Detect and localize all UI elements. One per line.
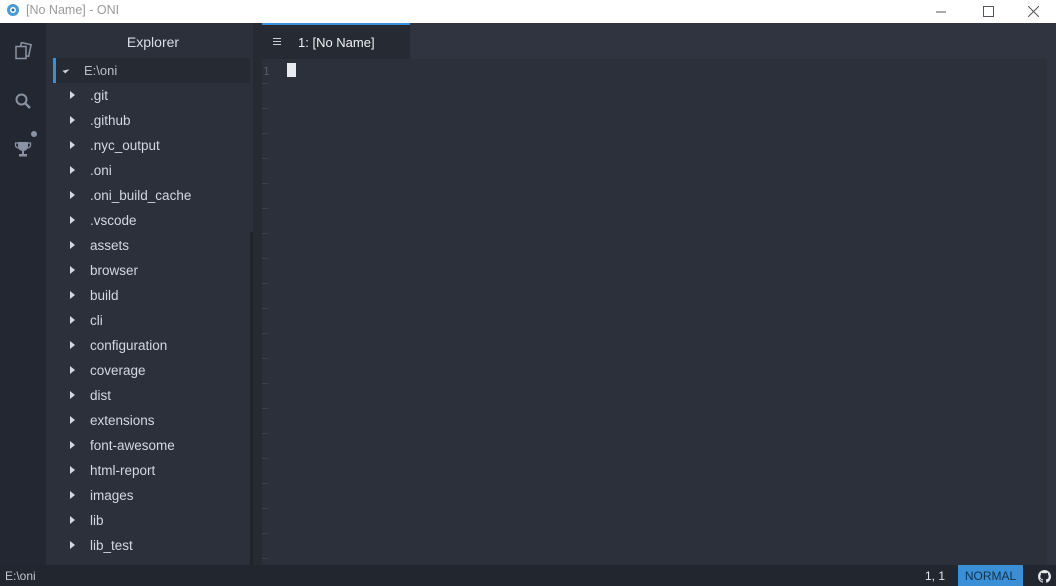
folder-label: lib_test [90,538,133,553]
collapsed-arrow-icon [70,191,75,199]
folder-item[interactable]: .nyc_output [53,134,253,159]
folder-item[interactable]: .git [53,84,253,109]
status-path: E:\oni [5,569,36,583]
folder-item[interactable]: .oni_build_cache [53,184,253,209]
status-bar: E:\oni 1, 1 NORMAL [0,565,1056,586]
folder-item[interactable]: extensions [53,409,253,434]
collapsed-arrow-icon [70,241,75,249]
folder-label: browser [90,263,139,278]
collapsed-arrow-icon [70,141,75,149]
line-number: 1 [263,65,270,78]
collapsed-arrow-icon [70,91,75,99]
folder-label: build [90,288,119,303]
collapsed-arrow-icon [70,266,75,274]
collapsed-arrow-icon [70,391,75,399]
oni-logo-icon [7,4,19,16]
collapsed-arrow-icon [70,216,75,224]
tab-no-name[interactable]: 1: [No Name] [262,23,410,59]
folder-label: dist [90,388,112,403]
folder-item[interactable]: lib_test [53,534,253,559]
explorer-title: Explorer [126,34,180,50]
folder-label: .vscode [90,213,137,228]
folder-label: cli [90,313,103,328]
minimize-icon [936,11,946,12]
explorer-panel: Explorer E:\oni .git .github .nyc_output .o… [53,23,253,565]
window-title: [No Name] - ONI [26,3,120,17]
collapsed-arrow-icon [70,541,75,549]
tab-bar: 1: [No Name] [262,23,1056,59]
maximize-icon [982,6,994,17]
folder-label: html-report [90,463,156,478]
folder-label: font-awesome [90,438,175,453]
folder-item[interactable]: html-report [53,459,253,484]
folder-label: assets [90,238,130,253]
activity-explorer-button[interactable] [0,28,46,74]
folder-item[interactable]: .vscode [53,209,253,234]
folder-label: coverage [90,363,146,378]
vim-mode-badge: NORMAL [958,565,1023,586]
folder-item[interactable]: .github [53,109,253,134]
collapsed-arrow-icon [70,491,75,499]
activity-achievements-button[interactable] [0,126,46,172]
folder-label: lib [90,513,104,528]
folder-label: .oni [90,163,112,178]
tab-label: 1: [No Name] [298,35,375,50]
folder-item[interactable]: coverage [53,359,253,384]
folder-item[interactable]: dist [53,384,253,409]
notification-dot [31,131,37,137]
folder-item[interactable]: .oni [53,159,253,184]
expanded-arrow-icon [62,66,70,74]
collapsed-arrow-icon [70,441,75,449]
folder-label: extensions [90,413,155,428]
tab-menu-icon[interactable] [273,38,281,47]
search-icon [15,93,31,109]
folder-item[interactable]: cli [53,309,253,334]
github-button[interactable] [1036,568,1052,584]
editor-scrollbar[interactable] [1047,59,1056,565]
github-icon [1037,569,1051,583]
folder-tree: .git .github .nyc_output .oni .oni_build_cac… [53,84,253,559]
explorer-root-folder[interactable]: E:\oni [53,58,250,83]
collapsed-arrow-icon [70,166,75,174]
folder-item[interactable]: configuration [53,334,253,359]
editor-area[interactable]: 1 [262,59,1056,565]
files-icon [15,42,32,60]
folder-label: images [90,488,134,503]
folder-label: .oni_build_cache [90,188,192,203]
panel-splitter[interactable] [253,23,262,565]
folder-label: configuration [90,338,168,353]
collapsed-arrow-icon [70,466,75,474]
activity-bar [0,23,46,565]
root-folder-label: E:\oni [84,63,118,78]
title-bar: [No Name] - ONI [0,0,1056,23]
folder-label: .git [90,88,109,103]
folder-item[interactable]: images [53,484,253,509]
collapsed-arrow-icon [70,366,75,374]
collapsed-arrow-icon [70,516,75,524]
maximize-button[interactable] [965,0,1011,23]
folder-label: .github [90,113,131,128]
minimize-button[interactable] [918,0,964,23]
collapsed-arrow-icon [70,341,75,349]
gutter-markers [262,83,268,583]
folder-item[interactable]: lib [53,509,253,534]
collapsed-arrow-icon [70,416,75,424]
close-icon [1027,6,1039,17]
collapsed-arrow-icon [70,116,75,124]
folder-item[interactable]: build [53,284,253,309]
folder-label: .nyc_output [90,138,160,153]
collapsed-arrow-icon [70,316,75,324]
collapsed-arrow-icon [70,291,75,299]
activity-search-button[interactable] [0,78,46,124]
folder-item[interactable]: font-awesome [53,434,253,459]
trophy-icon [14,142,32,157]
close-button[interactable] [1010,0,1056,23]
folder-item[interactable]: assets [53,234,253,259]
cursor-position: 1, 1 [925,569,946,583]
text-cursor [287,63,296,77]
folder-item[interactable]: browser [53,259,253,284]
